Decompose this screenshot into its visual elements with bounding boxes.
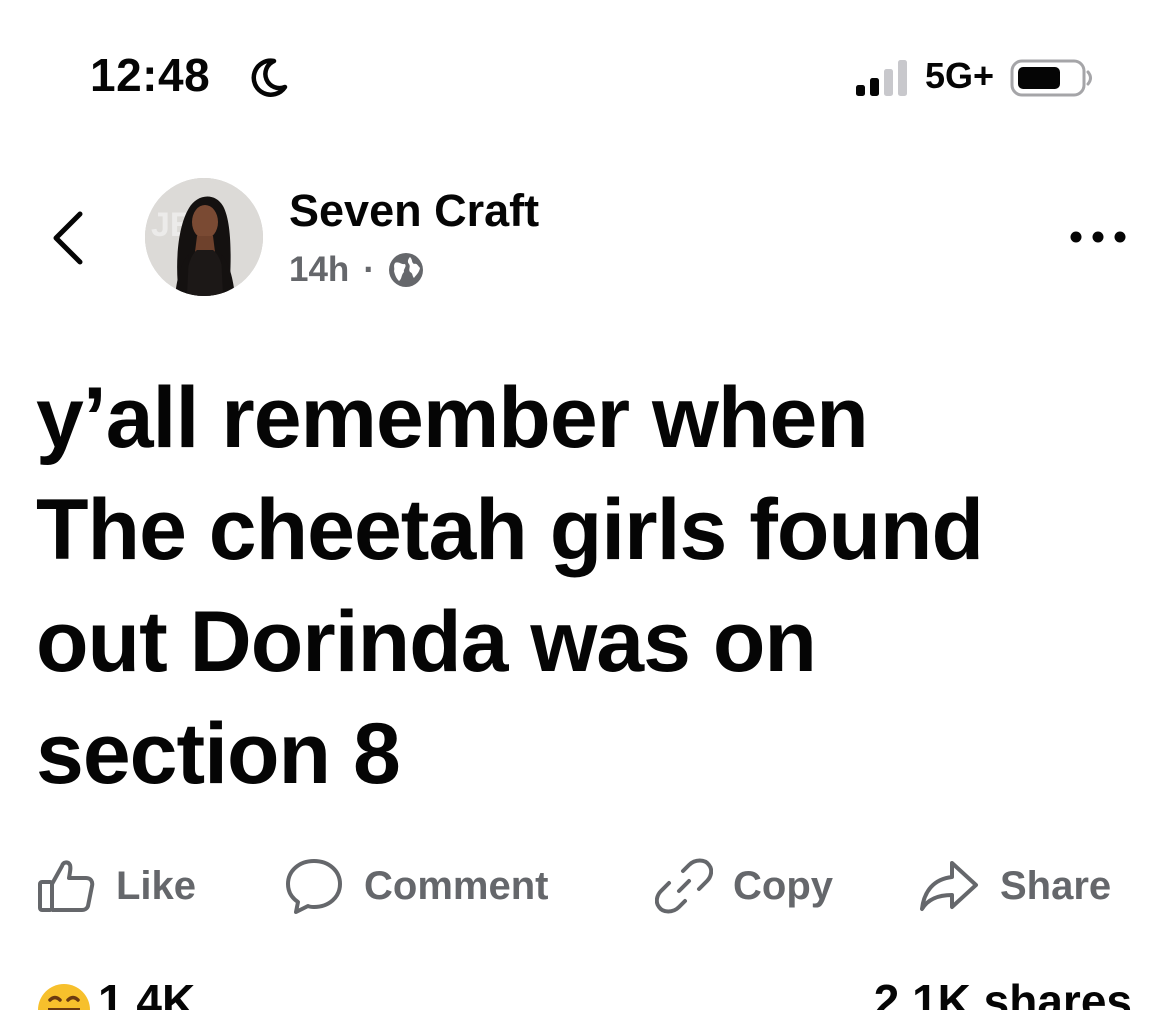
- meta-separator: ·: [363, 250, 375, 289]
- laughing-emoji-icon[interactable]: [36, 982, 92, 1010]
- comment-label: Comment: [364, 863, 549, 908]
- post-meta: 14h ·: [289, 250, 425, 290]
- network-type: 5G+: [925, 55, 995, 96]
- post-timestamp[interactable]: 14h: [289, 250, 349, 290]
- post-text: y’all remember when The cheetah girls fo…: [36, 370, 984, 802]
- more-options-button[interactable]: [1066, 222, 1130, 252]
- share-button[interactable]: Share: [918, 848, 1111, 924]
- share-label: Share: [1000, 863, 1112, 908]
- author-name[interactable]: Seven Craft: [289, 186, 539, 236]
- thumbs-up-icon: [38, 860, 95, 912]
- copy-label: Copy: [733, 863, 833, 908]
- share-count[interactable]: 2.1K shares: [874, 978, 1132, 1010]
- avatar[interactable]: JET: [145, 178, 263, 296]
- copy-button[interactable]: Copy: [655, 848, 833, 924]
- avatar-photo: JET: [145, 178, 263, 296]
- cellular-signal-icon: [856, 60, 907, 96]
- status-time: 12:48: [90, 49, 211, 101]
- moon-icon: [251, 58, 288, 97]
- globe-icon: [388, 253, 423, 287]
- like-label: Like: [116, 863, 197, 908]
- comment-button[interactable]: Comment: [284, 848, 548, 924]
- link-icon: [655, 858, 713, 914]
- back-button[interactable]: [44, 206, 96, 270]
- like-button[interactable]: Like: [36, 848, 196, 924]
- comment-bubble-icon: [286, 859, 342, 914]
- reaction-count[interactable]: 1.4K: [98, 978, 195, 1010]
- share-arrow-icon: [920, 861, 978, 911]
- battery-icon: [1010, 59, 1092, 97]
